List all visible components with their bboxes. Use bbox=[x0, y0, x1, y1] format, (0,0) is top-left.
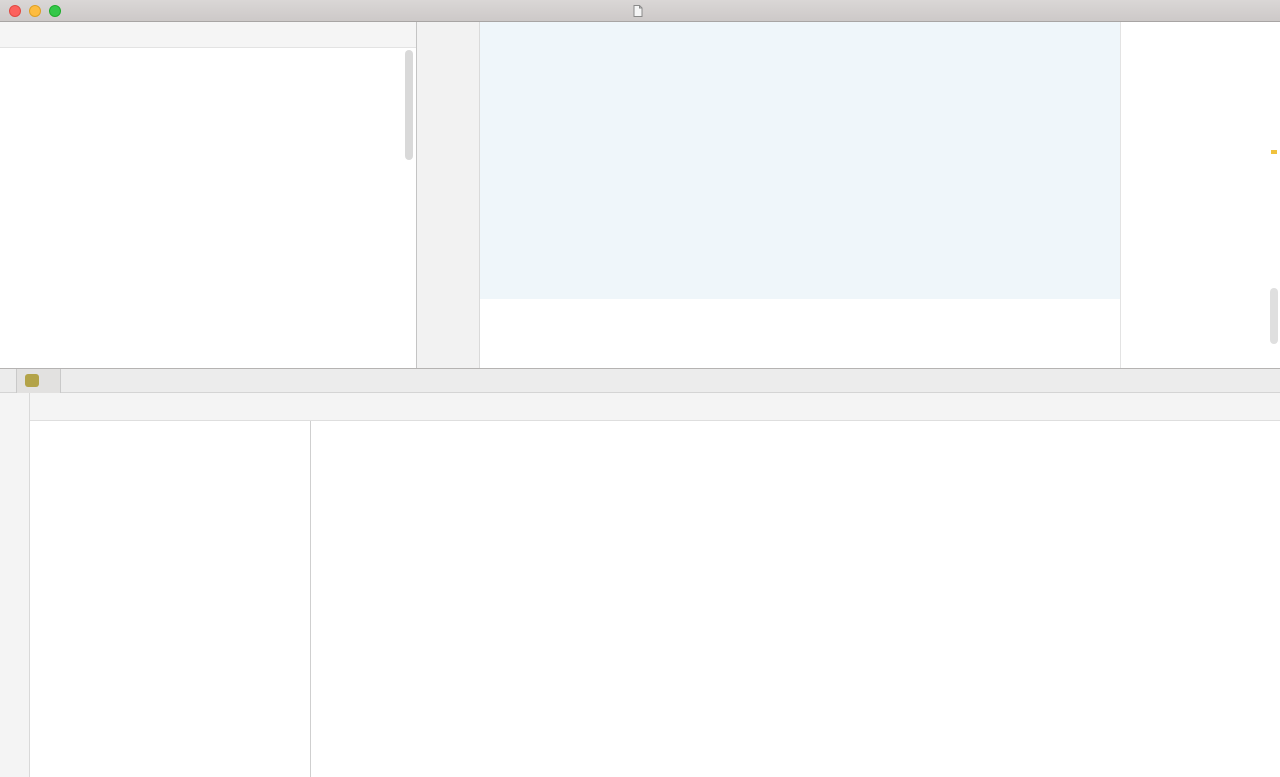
test-console[interactable] bbox=[311, 421, 1280, 777]
run-main bbox=[30, 421, 1280, 777]
console-toolbar bbox=[1254, 421, 1280, 777]
test-results-tree bbox=[30, 421, 311, 777]
project-tree bbox=[0, 48, 416, 50]
window-controls bbox=[9, 5, 61, 17]
editor[interactable] bbox=[417, 22, 1280, 368]
test-runner-toolbar bbox=[30, 393, 1280, 421]
run-content bbox=[0, 393, 1280, 777]
method-scope-highlight bbox=[480, 22, 1120, 299]
run-tab-bar bbox=[0, 369, 1280, 393]
project-panel-header bbox=[0, 22, 416, 48]
close-window-button[interactable] bbox=[9, 5, 21, 17]
workspace bbox=[0, 22, 1280, 368]
right-margin-guide bbox=[1120, 22, 1121, 368]
warning-stripe-mark[interactable] bbox=[1271, 150, 1277, 154]
run-right-column bbox=[30, 393, 1280, 777]
run-tab[interactable] bbox=[16, 369, 61, 393]
editor-gutter-column bbox=[417, 22, 480, 368]
window-title-wrap bbox=[0, 0, 1280, 22]
zoom-window-button[interactable] bbox=[49, 5, 61, 17]
run-tool-window bbox=[0, 368, 1280, 777]
php-file-icon bbox=[25, 374, 39, 387]
project-scrollbar[interactable] bbox=[405, 50, 413, 160]
titlebar bbox=[0, 0, 1280, 22]
editor-lines bbox=[417, 22, 1280, 29]
document-icon bbox=[633, 5, 643, 17]
editor-scrollbar[interactable] bbox=[1270, 288, 1278, 344]
minimize-window-button[interactable] bbox=[29, 5, 41, 17]
application-window bbox=[0, 0, 1280, 777]
project-tool-window bbox=[0, 22, 417, 368]
run-left-toolbar bbox=[0, 393, 30, 777]
